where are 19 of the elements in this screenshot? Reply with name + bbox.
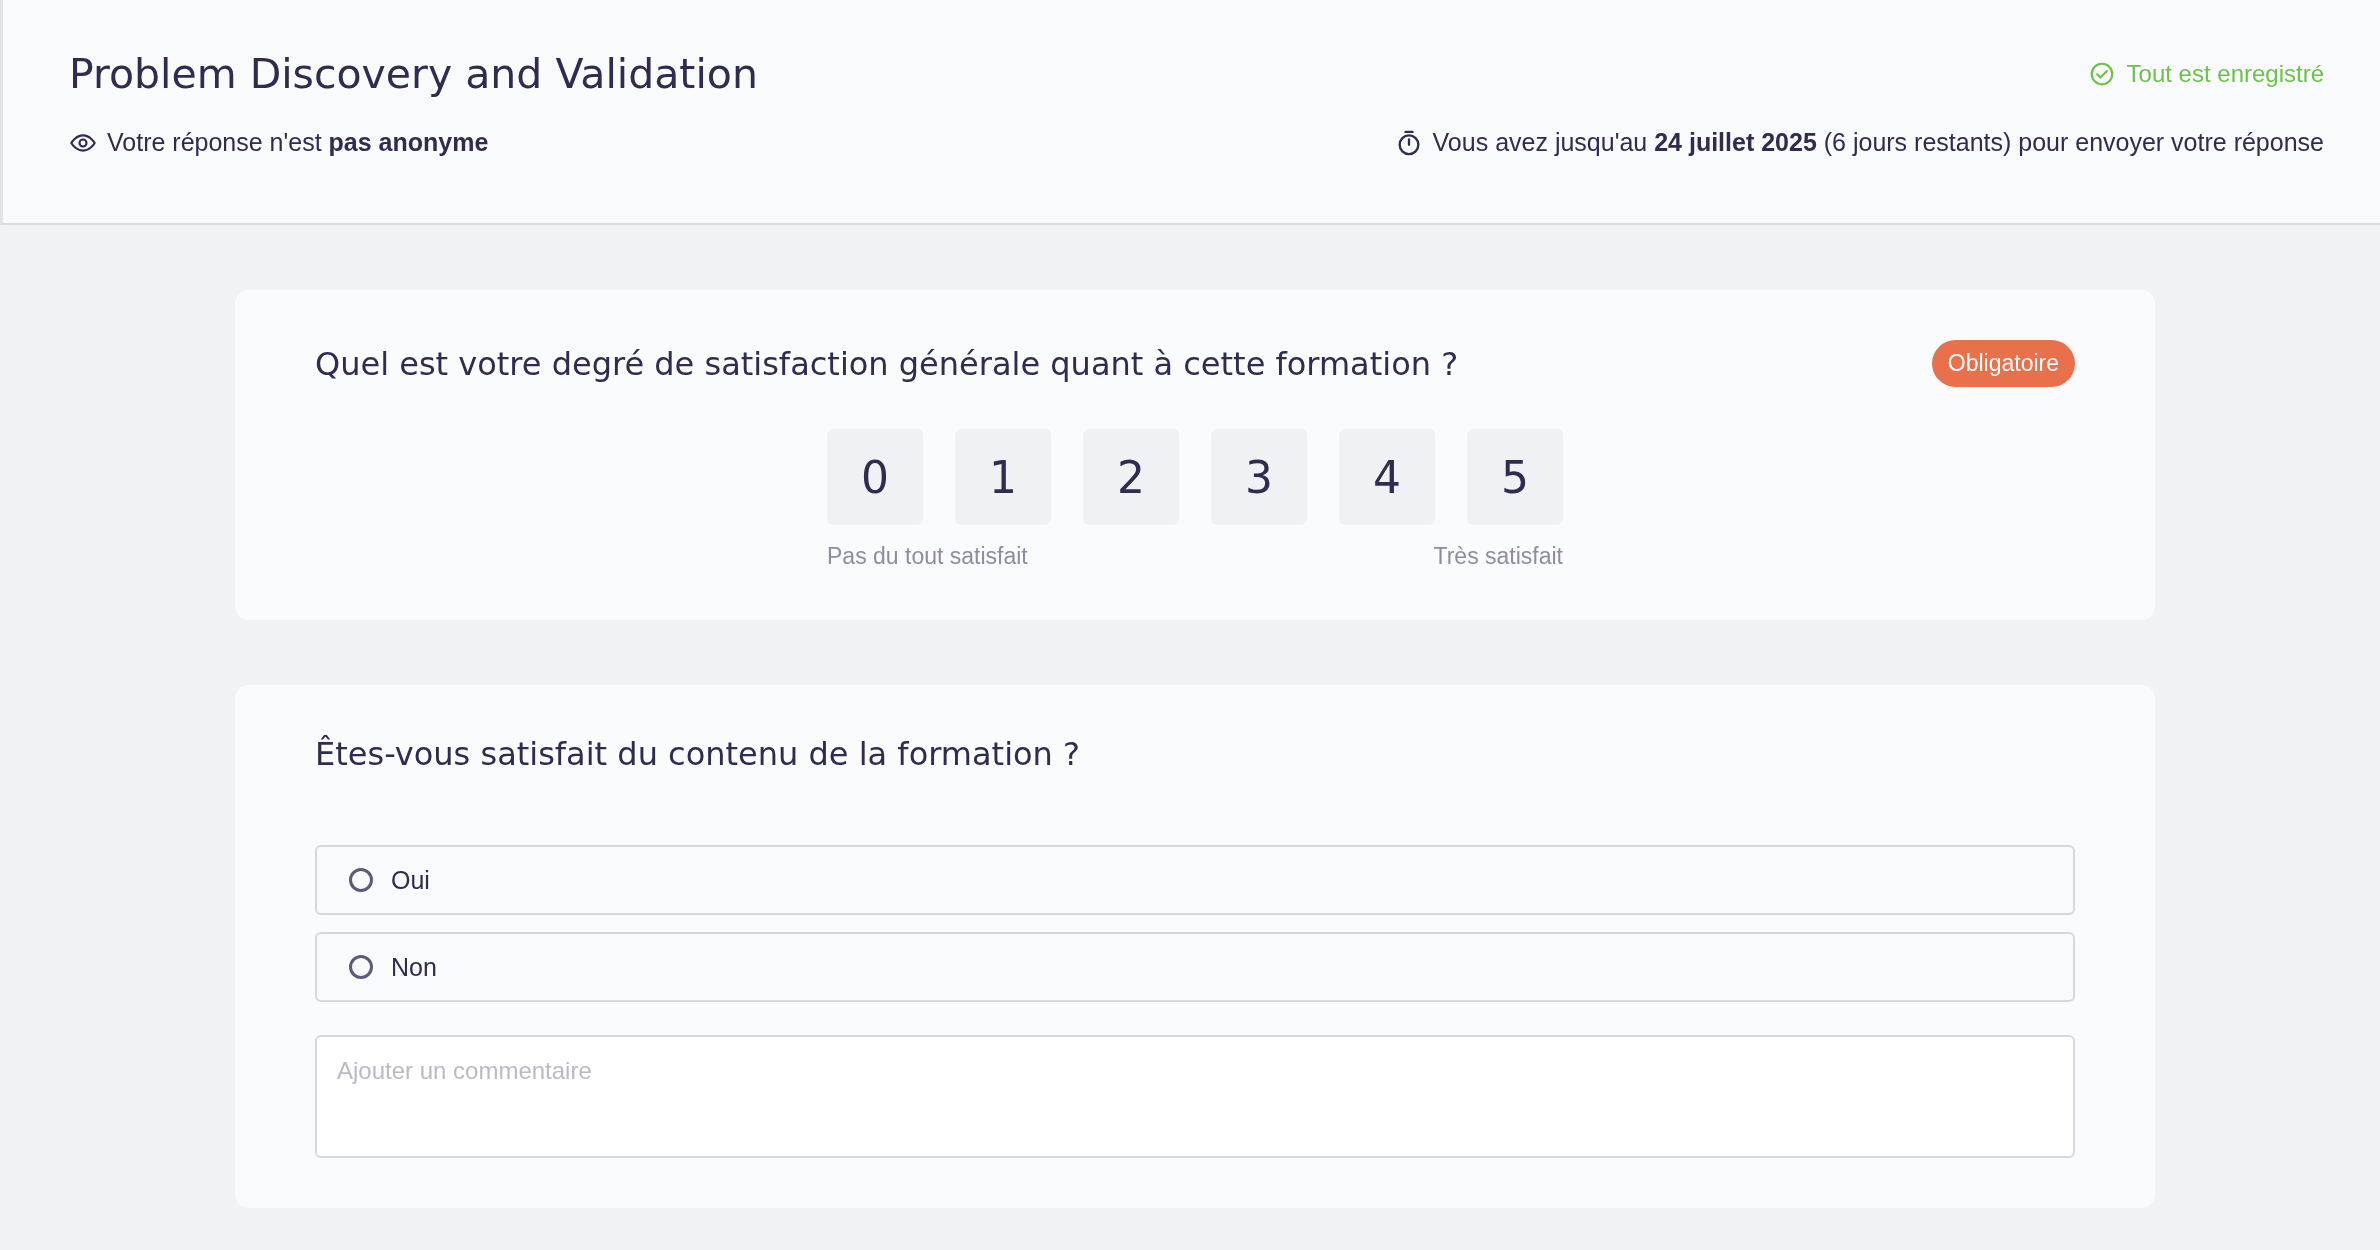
check-circle-icon [2088,61,2115,87]
question-text: Quel est votre degré de satisfaction générale quant à cette formation ? [315,344,1459,383]
choice-option[interactable]: Oui [315,845,2075,915]
rating-option[interactable]: 2 [1083,429,1179,525]
survey-title: Problem Discovery and Validation [69,50,758,98]
deadline-notice: Vous avez jusqu'au 24 juillet 2025 (6 jours restants) pour envoyer votre réponse [1432,128,2324,157]
scale-max-label: Très satisfait [1433,543,1563,570]
question-text: Êtes-vous satisfait du contenu de la formation ? [315,735,1081,773]
required-badge: Obligatoire [1931,340,2075,387]
scale-min-label: Pas du tout satisfait [827,543,1028,570]
anonymity-notice: Votre réponse n'est pas anonyme [107,128,489,157]
comment-field[interactable]: Ajouter un commentaire [315,1035,2075,1158]
choice-option[interactable]: Non [315,932,2075,1002]
rating-option[interactable]: 0 [827,429,923,525]
rating-option[interactable]: 3 [1211,429,1307,525]
rating-option[interactable]: 4 [1339,429,1435,525]
rating-option[interactable]: 5 [1467,429,1563,525]
save-status: Tout est enregistré [2126,60,2324,88]
rating-option[interactable]: 1 [955,429,1051,525]
